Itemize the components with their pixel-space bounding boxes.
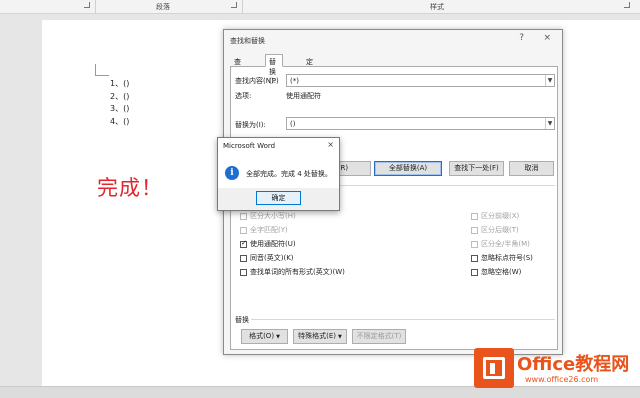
ignore-whitespace-checkbox[interactable]: 忽略空格(W) [471, 267, 521, 277]
replace-input[interactable]: () ▼ [286, 117, 555, 130]
format-button[interactable]: 格式(O) ▼ [241, 329, 288, 344]
match-prefix-checkbox[interactable]: 区分前缀(X) [471, 211, 519, 221]
checkbox-label: 忽略空格(W) [481, 268, 522, 276]
checkbox-label: 区分前缀(X) [481, 212, 520, 220]
find-input-value: (*) [290, 77, 299, 85]
caret-down-icon: ▼ [276, 334, 280, 340]
match-width-checkbox[interactable]: 区分全/半角(M) [471, 239, 530, 249]
dialog-title: 查找和替换 [230, 37, 265, 45]
ignore-punctuation-checkbox[interactable]: 忽略标点符号(S) [471, 253, 533, 263]
chevron-down-icon[interactable]: ▼ [545, 75, 554, 86]
replace-label: 替换为(I): [235, 121, 266, 129]
ribbon-group-styles: 样式 [430, 3, 444, 11]
tab-replace[interactable]: 替换(P) [265, 54, 283, 85]
options-label: 选项: [235, 92, 252, 100]
replace-input-value: () [290, 120, 296, 128]
checkbox-label: 同音(英文)(K) [250, 254, 294, 262]
checkbox-label: 全字匹配(Y) [250, 226, 288, 234]
document-list: 1、() 2、() 3、() 4、() [110, 78, 129, 128]
ribbon-strip: 段落 样式 [0, 0, 640, 14]
page-corner-mark [95, 64, 109, 76]
all-word-forms-checkbox[interactable]: 查找单词的所有形式(英文)(W) [240, 267, 345, 277]
format-button-label: 格式(O) [249, 332, 275, 340]
checkbox-label: 使用通配符(U) [250, 240, 296, 248]
find-input[interactable]: (*) ▼ [286, 74, 555, 87]
message-box-title: Microsoft Word [223, 142, 276, 150]
match-suffix-checkbox[interactable]: 区分后缀(T) [471, 225, 519, 235]
font-group-launcher-icon[interactable] [84, 2, 90, 8]
checkbox-box [240, 226, 247, 234]
whole-word-checkbox[interactable]: 全字匹配(Y) [240, 225, 288, 235]
replace-all-button[interactable]: 全部替换(A) [374, 161, 442, 176]
checkbox-box [240, 268, 247, 276]
chevron-down-icon[interactable]: ▼ [545, 118, 554, 129]
checkbox-box [471, 254, 478, 262]
replace-section-label: 替换 [235, 316, 249, 324]
ok-button[interactable]: 确定 [256, 191, 301, 205]
checkbox-box [471, 226, 478, 234]
match-case-checkbox[interactable]: 区分大小写(H) [240, 211, 296, 221]
close-icon[interactable]: × [543, 33, 551, 43]
list-item: 1、() [110, 79, 130, 88]
checkbox-label: 区分全/半角(M) [481, 240, 530, 248]
special-button-label: 特殊格式(E) [298, 332, 337, 340]
ribbon-separator [95, 0, 96, 13]
close-icon[interactable]: × [327, 140, 334, 149]
ribbon-separator [242, 0, 243, 13]
checkbox-label: 区分后缀(T) [481, 226, 519, 234]
checkbox-box [471, 240, 478, 248]
checkbox-label: 忽略标点符号(S) [481, 254, 533, 262]
help-icon[interactable]: ? [519, 33, 524, 43]
checkbox-box [471, 268, 478, 276]
ribbon-group-paragraph: 段落 [156, 3, 170, 11]
sounds-like-checkbox[interactable]: 同音(英文)(K) [240, 253, 294, 263]
special-format-button[interactable]: 特殊格式(E) ▼ [293, 329, 347, 344]
checkbox-box [471, 212, 478, 220]
options-value: 使用通配符 [286, 92, 321, 100]
checkbox-box [240, 239, 247, 248]
checkbox-label: 区分大小写(H) [250, 212, 296, 220]
use-wildcards-checkbox[interactable]: 使用通配符(U) [240, 239, 296, 249]
completion-message-box: Microsoft Word × i 全部完成。完成 4 处替换。 确定 [217, 137, 340, 211]
paragraph-group-launcher-icon[interactable] [231, 2, 237, 8]
checkbox-label: 查找单词的所有形式(英文)(W) [250, 268, 345, 276]
done-annotation: 完成！ [97, 176, 163, 200]
watermark-site: www.office26.com [525, 375, 599, 384]
office-logo-icon [474, 348, 514, 388]
cancel-button[interactable]: 取消 [509, 161, 554, 176]
find-next-button[interactable]: 查找下一处(F) [449, 161, 504, 176]
status-bar [0, 386, 640, 398]
checkbox-box [240, 212, 247, 220]
divider [251, 319, 555, 320]
styles-group-launcher-icon[interactable] [624, 2, 630, 8]
message-box-footer: 确定 [218, 188, 339, 210]
caret-down-icon: ▼ [338, 334, 342, 340]
list-item: 3、() [110, 104, 130, 113]
checkbox-box [240, 254, 247, 262]
list-item: 2、() [110, 91, 130, 101]
watermark-name: Office教程网 [517, 354, 630, 375]
info-icon: i [225, 166, 239, 180]
no-formatting-button[interactable]: 不限定格式(T) [352, 329, 406, 344]
message-text: 全部完成。完成 4 处替换。 [246, 170, 332, 178]
list-item: 4、() [110, 116, 130, 126]
